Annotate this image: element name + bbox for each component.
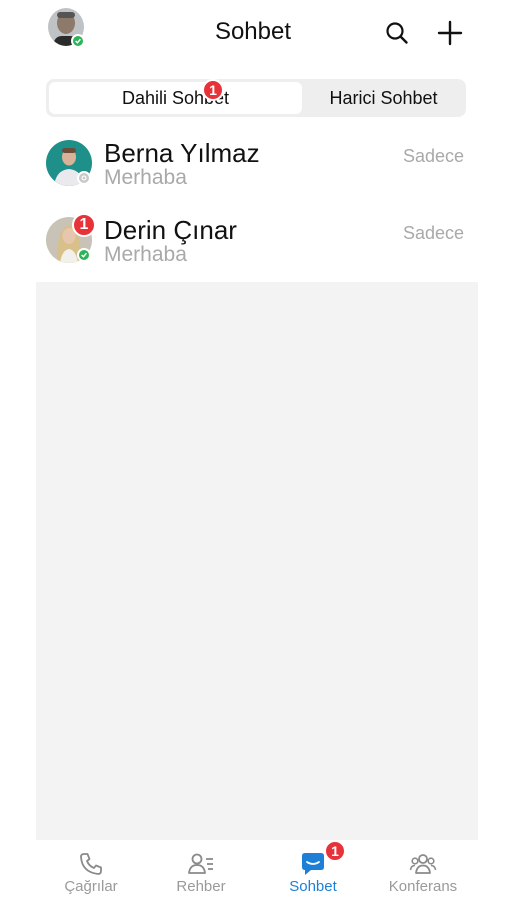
bottom-navigation: Çağrılar Rehber Sohbet 1 Konferans [36,840,478,900]
offline-status-icon [77,171,91,185]
tab-internal-chat[interactable]: Dahili Sohbet [49,82,302,114]
chat-list-empty-area [36,282,478,840]
message-time: Sadece [402,223,464,243]
contact-name: Berna Yılmaz [104,138,260,168]
online-status-icon [77,248,91,262]
contact-avatar [46,140,92,186]
nav-label: Sohbet [289,878,337,895]
nav-item-contacts[interactable]: Rehber [146,840,256,900]
contact-name: Derin Çınar [104,215,237,245]
phone-icon [80,853,102,875]
contact-avatar: 1 [46,213,96,263]
chat-list-item[interactable]: 1 Derin Çınar Merhaba Sadece [36,205,478,281]
nav-item-calls[interactable]: Çağrılar [36,840,146,900]
nav-label: Rehber [176,878,226,895]
unread-badge: 1 [72,213,96,237]
contacts-icon [188,853,213,874]
page-title: Sohbet [214,18,292,45]
nav-item-conference[interactable]: Konferans [368,840,478,900]
nav-label: Çağrılar [64,878,118,895]
message-preview: Merhaba [104,166,187,189]
chat-list-item[interactable]: Berna Yılmaz Merhaba Sadece [36,128,478,204]
app-header: Sohbet [0,0,506,68]
search-icon[interactable] [384,20,410,46]
conference-icon [409,854,437,874]
chat-type-tabs: Dahili Sohbet Harici Sohbet 1 [46,79,466,117]
unread-badge: 1 [324,840,346,862]
tab-label: Harici Sohbet [329,87,438,108]
unread-badge: 1 [202,79,224,101]
message-preview: Merhaba [104,243,187,266]
nav-label: Konferans [388,878,458,895]
message-time: Sadece [402,146,464,166]
tab-external-chat[interactable]: Harici Sohbet [304,82,463,114]
plus-icon[interactable] [437,20,463,46]
chat-icon [302,853,324,875]
nav-item-chat[interactable]: Sohbet 1 [258,840,368,900]
